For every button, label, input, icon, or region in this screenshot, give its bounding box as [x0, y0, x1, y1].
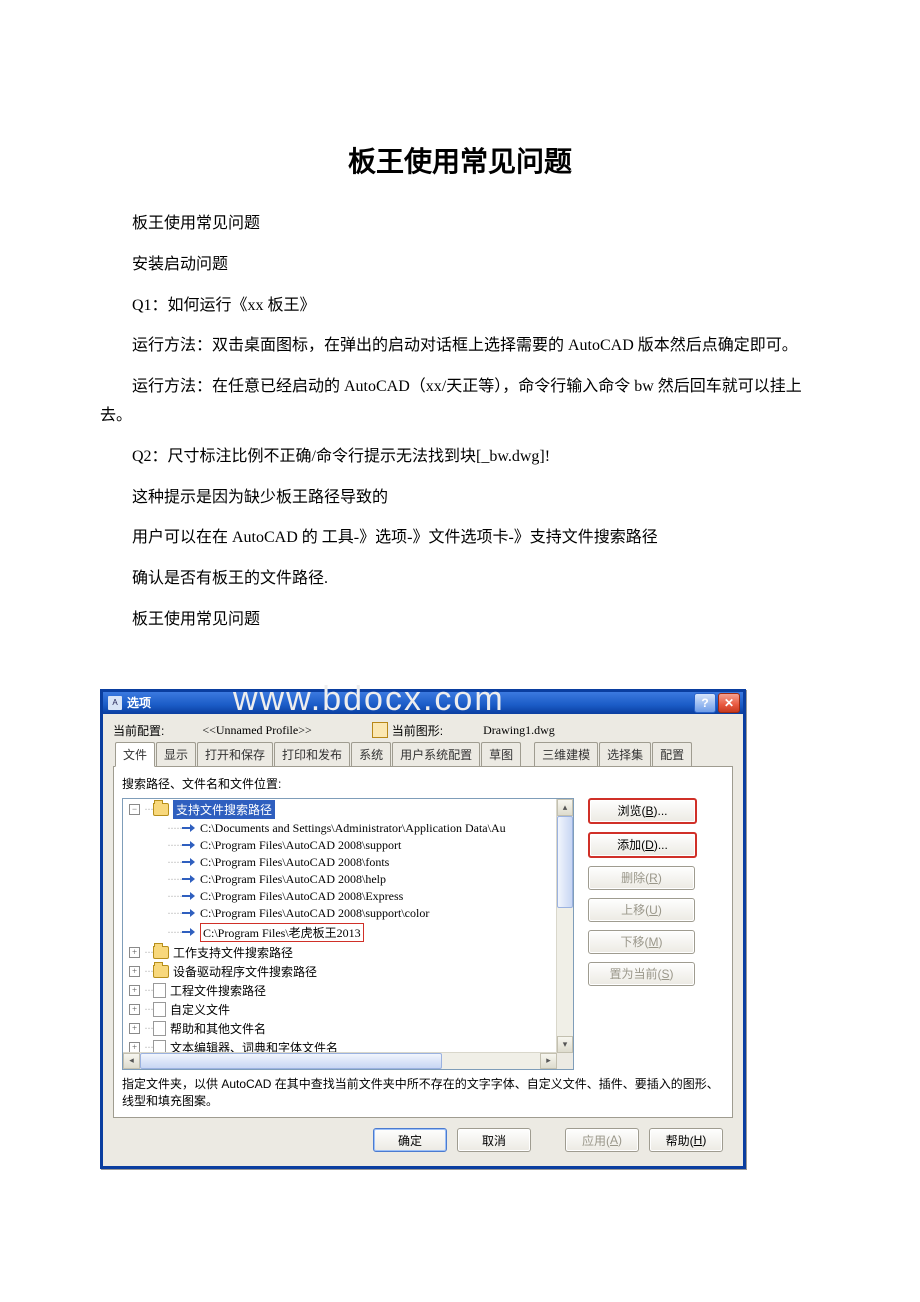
- app-icon: A: [108, 696, 122, 710]
- scroll-down-icon[interactable]: ▾: [557, 1036, 573, 1053]
- apply-button[interactable]: 应用(A): [565, 1128, 639, 1152]
- browse-button[interactable]: 浏览(B)...: [588, 798, 697, 824]
- titlebar-close-button[interactable]: ✕: [718, 693, 740, 713]
- page-title: 板王使用常见问题: [100, 140, 820, 180]
- paragraph: 板王使用常见问题: [100, 606, 820, 635]
- tab-system[interactable]: 系统: [351, 742, 391, 766]
- tree-node-root[interactable]: 支持文件搜索路径: [173, 800, 275, 819]
- arrow-icon: [182, 909, 196, 917]
- set-current-button[interactable]: 置为当前(S): [588, 962, 695, 986]
- current-profile-value: <<Unnamed Profile>>: [202, 723, 311, 738]
- tree-node[interactable]: 工程文件搜索路径: [170, 982, 266, 999]
- folder-open-icon: [153, 965, 169, 978]
- horizontal-scrollbar[interactable]: ◂ ▸: [123, 1052, 557, 1069]
- tab-3dmodel[interactable]: 三维建模: [534, 742, 598, 766]
- current-drawing-value: Drawing1.dwg: [483, 723, 555, 738]
- tab-files[interactable]: 文件: [115, 742, 155, 767]
- dialog-title: 选项: [127, 694, 692, 711]
- tab-selection[interactable]: 选择集: [599, 742, 651, 766]
- hint-text: 指定文件夹，以供 AutoCAD 在其中查找当前文件夹中所不存在的文字字体、自定…: [122, 1076, 724, 1110]
- expand-icon[interactable]: +: [129, 966, 140, 977]
- dwg-icon: [372, 722, 388, 738]
- tree-path[interactable]: C:\Program Files\AutoCAD 2008\help: [200, 872, 386, 887]
- paragraph: 安装启动问题: [100, 251, 820, 280]
- tree-path[interactable]: C:\Program Files\AutoCAD 2008\support\co…: [200, 906, 429, 921]
- tree-path[interactable]: C:\Program Files\AutoCAD 2008\Express: [200, 889, 403, 904]
- paragraph: 这种提示是因为缺少板王路径导致的: [100, 484, 820, 513]
- paragraph: 运行方法：双击桌面图标，在弹出的启动对话框上选择需要的 AutoCAD 版本然后…: [100, 332, 820, 361]
- tree-view[interactable]: − ··· 支持文件搜索路径 ·····C:\Documents and Set…: [122, 798, 574, 1070]
- current-profile-label: 当前配置:: [113, 722, 164, 739]
- panel-subtitle: 搜索路径、文件名和文件位置:: [122, 775, 724, 792]
- arrow-icon: [182, 858, 196, 866]
- tree-node[interactable]: 帮助和其他文件名: [170, 1020, 266, 1037]
- titlebar-help-button[interactable]: ?: [694, 693, 716, 713]
- paragraph: Q1：如何运行《xx 板王》: [100, 292, 820, 321]
- expand-icon[interactable]: +: [129, 1023, 140, 1034]
- tree-node[interactable]: 自定义文件: [170, 1001, 230, 1018]
- paragraph: 板王使用常见问题: [100, 210, 820, 239]
- folder-open-icon: [153, 803, 169, 816]
- expand-icon[interactable]: +: [129, 947, 140, 958]
- scroll-thumb[interactable]: [557, 816, 573, 908]
- tab-profiles[interactable]: 配置: [652, 742, 692, 766]
- scroll-right-icon[interactable]: ▸: [540, 1053, 557, 1069]
- arrow-icon: [182, 928, 196, 936]
- tree-node[interactable]: 工作支持文件搜索路径: [173, 944, 293, 961]
- document-icon: [153, 1002, 166, 1017]
- paragraph: 用户可以在在 AutoCAD 的 工具-》选项-》文件选项卡-》支持文件搜索路径: [100, 524, 820, 553]
- scroll-up-icon[interactable]: ▴: [557, 799, 573, 816]
- help-button[interactable]: 帮助(H): [649, 1128, 723, 1152]
- scroll-left-icon[interactable]: ◂: [123, 1053, 140, 1069]
- options-dialog: www.bdocx.com A 选项 ? ✕ 当前配置: <<Unnamed P…: [100, 689, 746, 1170]
- arrow-icon: [182, 875, 196, 883]
- collapse-icon[interactable]: −: [129, 804, 140, 815]
- current-drawing-label: 当前图形:: [392, 722, 443, 739]
- tab-userprefs[interactable]: 用户系统配置: [392, 742, 480, 766]
- tab-plot[interactable]: 打印和发布: [274, 742, 350, 766]
- move-down-button[interactable]: 下移(M): [588, 930, 695, 954]
- tree-path[interactable]: C:\Documents and Settings\Administrator\…: [200, 821, 506, 836]
- cancel-button[interactable]: 取消: [457, 1128, 531, 1152]
- remove-button[interactable]: 删除(R): [588, 866, 695, 890]
- arrow-icon: [182, 824, 196, 832]
- folder-open-icon: [153, 946, 169, 959]
- arrow-icon: [182, 841, 196, 849]
- tree-path[interactable]: C:\Program Files\AutoCAD 2008\fonts: [200, 855, 389, 870]
- document-icon: [153, 1021, 166, 1036]
- expand-icon[interactable]: +: [129, 985, 140, 996]
- tree-node[interactable]: 设备驱动程序文件搜索路径: [173, 963, 317, 980]
- paragraph: 确认是否有板王的文件路径.: [100, 565, 820, 594]
- tab-strip: 文件 显示 打开和保存 打印和发布 系统 用户系统配置 草图 三维建模 选择集 …: [113, 745, 733, 767]
- tab-display[interactable]: 显示: [156, 742, 196, 766]
- dialog-titlebar[interactable]: A 选项 ? ✕: [103, 692, 743, 714]
- document-icon: [153, 983, 166, 998]
- tree-path-highlighted[interactable]: C:\Program Files\老虎板王2013: [200, 923, 364, 942]
- arrow-icon: [182, 892, 196, 900]
- paragraph: 运行方法：在任意已经启动的 AutoCAD（xx/天正等），命令行输入命令 bw…: [100, 373, 820, 431]
- move-up-button[interactable]: 上移(U): [588, 898, 695, 922]
- paragraph: Q2：尺寸标注比例不正确/命令行提示无法找到块[_bw.dwg]!: [100, 443, 820, 472]
- vertical-scrollbar[interactable]: ▴ ▾: [556, 799, 573, 1053]
- expand-icon[interactable]: +: [129, 1004, 140, 1015]
- add-button[interactable]: 添加(D)...: [588, 832, 697, 858]
- ok-button[interactable]: 确定: [373, 1128, 447, 1152]
- scroll-thumb[interactable]: [140, 1053, 442, 1069]
- tree-path[interactable]: C:\Program Files\AutoCAD 2008\support: [200, 838, 401, 853]
- tab-opensave[interactable]: 打开和保存: [197, 742, 273, 766]
- tab-drafting[interactable]: 草图: [481, 742, 521, 766]
